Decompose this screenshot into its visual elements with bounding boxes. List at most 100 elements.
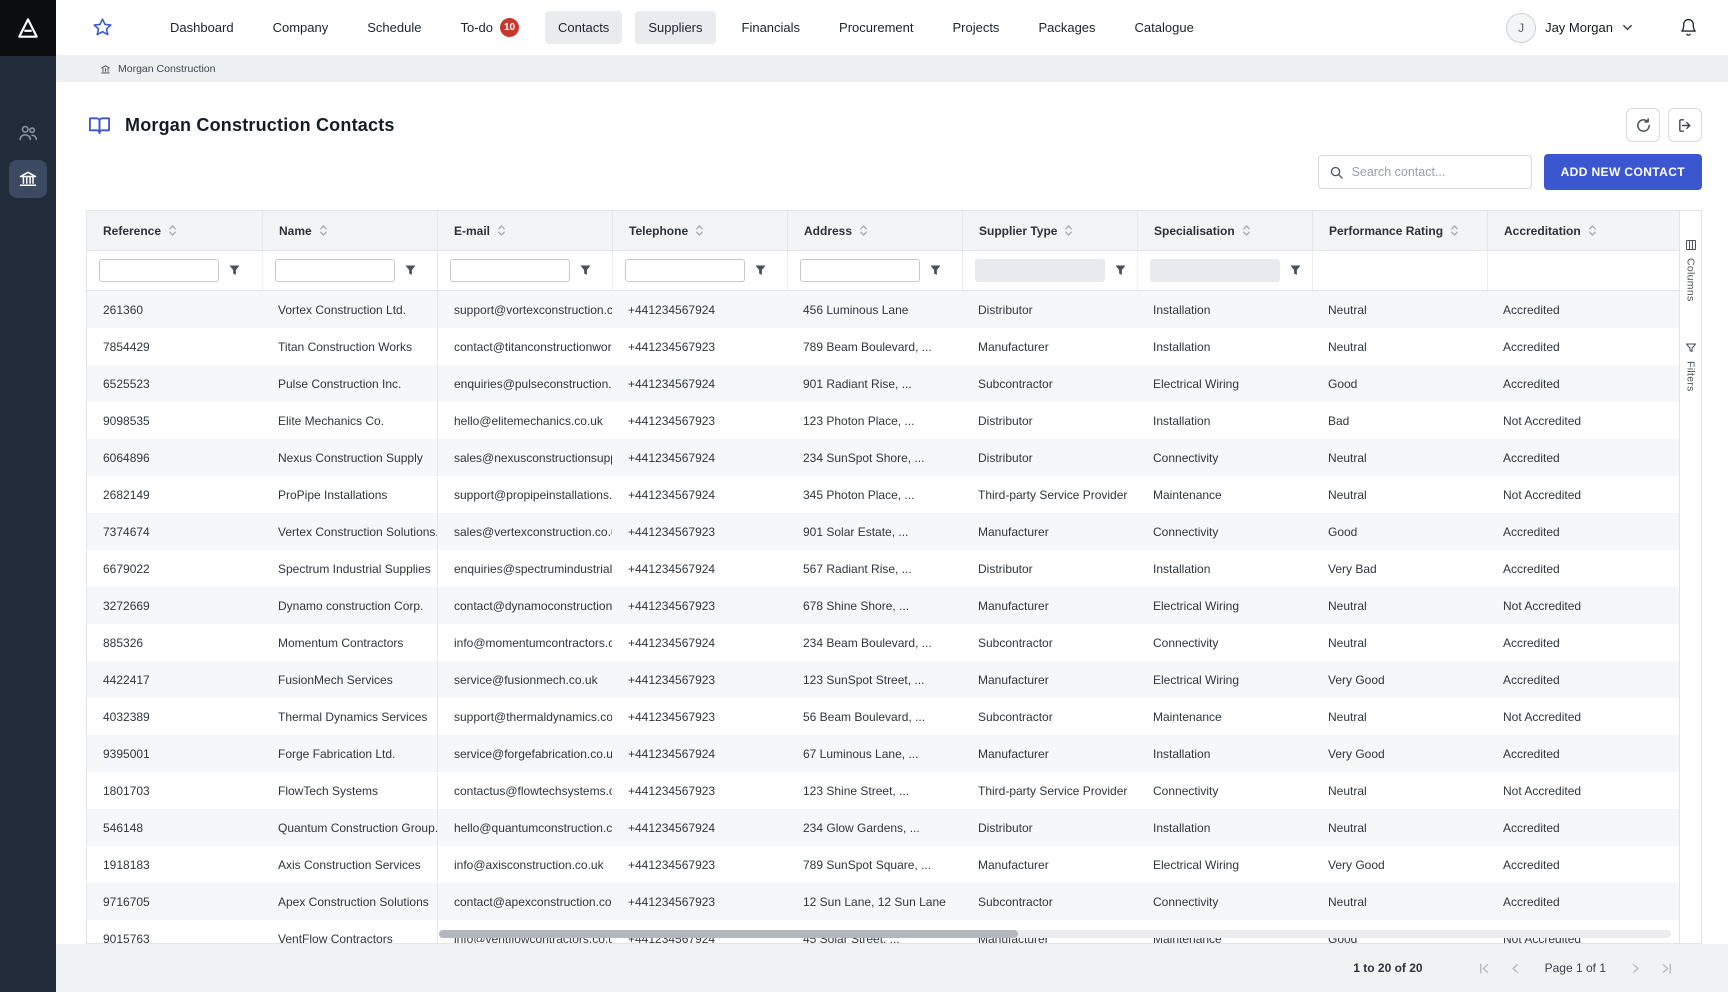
filter-input-telephone[interactable]	[625, 259, 745, 282]
filter-funnel-icon-address[interactable]	[930, 265, 941, 276]
cell-telephone: +441234567923	[612, 883, 787, 920]
nav-item-dashboard[interactable]: Dashboard	[157, 11, 247, 44]
favorites-button[interactable]	[92, 17, 113, 38]
export-button[interactable]	[1668, 108, 1702, 142]
nav-item-projects[interactable]: Projects	[939, 11, 1012, 44]
table-row[interactable]: 9716705Apex Construction Solutionscontac…	[87, 883, 1679, 920]
first-page-button[interactable]	[1477, 961, 1492, 976]
cell-specialisation: Electrical Wiring	[1137, 365, 1312, 402]
filter-input-name[interactable]	[275, 259, 395, 282]
filter-funnel-icon-reference[interactable]	[229, 265, 240, 276]
cell-performance-rating: Neutral	[1312, 883, 1487, 920]
filter-input-reference[interactable]	[99, 259, 219, 282]
table-row[interactable]: 4422417FusionMech Servicesservice@fusion…	[87, 661, 1679, 698]
table-row[interactable]: 2682149ProPipe Installationssupport@prop…	[87, 476, 1679, 513]
filter-cell-email	[437, 251, 612, 290]
cell-performance-rating: Neutral	[1312, 772, 1487, 809]
cell-name: Elite Mechanics Co.	[262, 402, 437, 439]
nav-item-procurement[interactable]: Procurement	[826, 11, 926, 44]
table-row[interactable]: 9395001Forge Fabrication Ltd.service@for…	[87, 735, 1679, 772]
filter-funnel-icon-name[interactable]	[405, 265, 416, 276]
grid-area: ReferenceNameE-mail Telephone AddressSuppl…	[86, 210, 1702, 944]
filter-funnel-icon-specialisation[interactable]	[1290, 265, 1301, 276]
table-row[interactable]: 6064896Nexus Construction Supplysales@ne…	[87, 439, 1679, 476]
table-row[interactable]: 1918183Axis Construction Servicesinfo@ax…	[87, 846, 1679, 883]
horizontal-scrollbar-thumb[interactable]	[439, 930, 1018, 938]
nav-item-catalogue[interactable]: Catalogue	[1122, 11, 1207, 44]
column-header-reference[interactable]: Reference	[87, 211, 262, 250]
cell-supplier-type: Subcontractor	[962, 365, 1137, 402]
nav-item-financials[interactable]: Financials	[729, 11, 814, 44]
sidebar-item-company[interactable]	[9, 160, 47, 198]
breadcrumb-item-company[interactable]: Morgan Construction	[118, 63, 215, 75]
column-header-supplier-type[interactable]: Supplier Type	[962, 211, 1137, 250]
cell-address: 123 SunSpot Street, ...	[787, 661, 962, 698]
notifications-button[interactable]	[1679, 18, 1698, 37]
nav-item-label: Contacts	[558, 20, 609, 35]
column-header-accreditation[interactable]: Accreditation	[1487, 211, 1662, 250]
cell-email: hello@elitemechanics.co.uk	[437, 402, 612, 439]
nav-item-company[interactable]: Company	[260, 11, 342, 44]
table-row[interactable]: 7854429Titan Construction Workscontact@t…	[87, 328, 1679, 365]
app-logo[interactable]	[0, 0, 56, 56]
cell-name: ProPipe Installations	[262, 476, 437, 513]
table-row[interactable]: 7374674Vertex Construction Solutions...s…	[87, 513, 1679, 550]
tab-columns[interactable]: Columns	[1685, 239, 1697, 302]
column-label: Telephone	[629, 224, 688, 238]
filter-select-specialisation[interactable]	[1150, 259, 1280, 282]
refresh-button[interactable]	[1626, 108, 1660, 142]
filter-input-email[interactable]	[450, 259, 570, 282]
next-page-button[interactable]	[1628, 961, 1643, 976]
column-header-performance-rating[interactable]: Performance Rating	[1312, 211, 1487, 250]
sort-icon	[1064, 224, 1073, 237]
table-row[interactable]: 6679022Spectrum Industrial Suppliesenqui…	[87, 550, 1679, 587]
filter-funnel-icon-email[interactable]	[580, 265, 591, 276]
column-header-address[interactable]: Address	[787, 211, 962, 250]
filter-cell-name	[262, 251, 437, 290]
table-row[interactable]: 885326Momentum Contractorsinfo@momentumc…	[87, 624, 1679, 661]
last-page-button[interactable]	[1659, 961, 1674, 976]
cell-address: 234 Glow Gardens, ...	[787, 809, 962, 846]
cell-performance-rating: Neutral	[1312, 624, 1487, 661]
cell-telephone: +441234567923	[612, 402, 787, 439]
table-row[interactable]: 6525523Pulse Construction Inc.enquiries@…	[87, 365, 1679, 402]
cell-address: 901 Radiant Rise, ...	[787, 365, 962, 402]
table-row[interactable]: 9098535Elite Mechanics Co.hello@elitemec…	[87, 402, 1679, 439]
cell-email: support@propipeinstallations.co	[437, 476, 612, 513]
filter-funnel-icon-telephone[interactable]	[755, 265, 766, 276]
table-row[interactable]: 261360Vortex Construction Ltd.support@vo…	[87, 291, 1679, 328]
user-menu[interactable]: J Jay Morgan	[1506, 13, 1633, 43]
filter-cell-reference	[87, 251, 262, 290]
table-row[interactable]: 546148Quantum Construction Group...hello…	[87, 809, 1679, 846]
nav-item-suppliers[interactable]: Suppliers	[635, 11, 715, 44]
search-box	[1318, 155, 1532, 189]
filter-select-supplier-type[interactable]	[975, 259, 1105, 282]
table-row[interactable]: 4032389Thermal Dynamics Servicessupport@…	[87, 698, 1679, 735]
nav-item-to-do[interactable]: To-do10	[447, 9, 532, 46]
horizontal-scrollbar-track[interactable]	[439, 930, 1671, 938]
page-indicator: Page 1 of 1	[1545, 961, 1606, 975]
tab-filters[interactable]: Filters	[1685, 342, 1697, 392]
column-header-name[interactable]: Name	[262, 211, 437, 250]
sidebar-item-people[interactable]	[9, 114, 47, 152]
filter-input-address[interactable]	[800, 259, 920, 282]
cell-reference: 3272669	[87, 587, 262, 624]
cell-email: service@fusionmech.co.uk	[437, 661, 612, 698]
search-input[interactable]	[1352, 165, 1521, 179]
table-row[interactable]: 3272669Dynamo construction Corp.contact@…	[87, 587, 1679, 624]
nav-item-contacts[interactable]: Contacts	[545, 11, 622, 44]
nav-item-packages[interactable]: Packages	[1025, 11, 1108, 44]
cell-reference: 4422417	[87, 661, 262, 698]
cell-address: 234 Beam Boulevard, ...	[787, 624, 962, 661]
column-header-email[interactable]: E-mail	[437, 211, 612, 250]
add-new-contact-button[interactable]: ADD NEW CONTACT	[1544, 154, 1702, 190]
page-contacts: Morgan Construction Contacts	[56, 82, 1728, 992]
contacts-grid: ReferenceNameE-mail Telephone AddressSuppl…	[86, 210, 1680, 944]
table-row[interactable]: 1801703FlowTech Systemscontactus@flowtec…	[87, 772, 1679, 809]
column-header-specialisation[interactable]: Specialisation	[1137, 211, 1312, 250]
previous-page-button[interactable]	[1508, 961, 1523, 976]
column-header-telephone[interactable]: Telephone	[612, 211, 787, 250]
nav-item-schedule[interactable]: Schedule	[354, 11, 434, 44]
filter-funnel-icon-supplier-type[interactable]	[1115, 265, 1126, 276]
cell-accreditation: Not Accredited	[1487, 476, 1662, 513]
